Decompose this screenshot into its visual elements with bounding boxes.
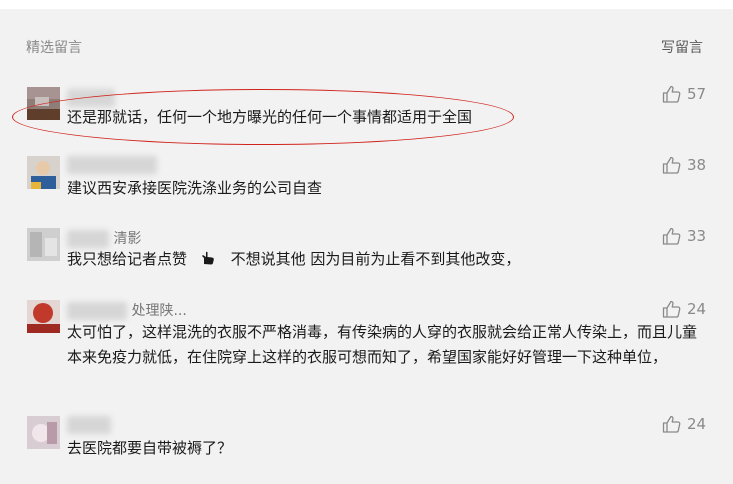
like-button[interactable]: 57 <box>662 84 706 104</box>
thumbs-up-icon <box>662 415 681 433</box>
like-count: 33 <box>687 227 707 245</box>
like-count: 57 <box>687 85 707 103</box>
like-button[interactable]: 24 <box>662 414 706 434</box>
comment-text: 太可怕了，这样混洗的衣服不严格消毒，有传染病的人穿的衣服就会给正常人传染上，而且… <box>67 323 698 366</box>
thumbs-up-icon <box>662 156 681 174</box>
like-button[interactable]: 38 <box>662 155 706 175</box>
avatar <box>27 156 60 189</box>
section-title: 精选留言 <box>26 40 82 56</box>
blurred-name <box>67 156 157 174</box>
comment-text: 还是那就话，任何一个地方曝光的任何一个事情都适用于全国 <box>67 108 473 126</box>
avatar <box>27 300 60 333</box>
write-comment-button[interactable]: 写留言 <box>661 37 703 57</box>
commenter-name <box>67 416 111 434</box>
like-count: 24 <box>687 415 707 433</box>
thumbs-up-icon <box>662 227 681 245</box>
commenter-name: 清影 <box>67 228 141 248</box>
like-button[interactable]: 24 <box>662 299 706 319</box>
comment-text: 建议西安承接医院洗涤业务的公司自查 <box>67 179 323 197</box>
commenter-name <box>67 156 157 174</box>
commenter-name: 处理陕... <box>67 300 187 320</box>
pointing-hand-icon <box>200 249 216 274</box>
blurred-name-part <box>67 302 127 320</box>
comment-text: 我只想给记者点赞 不想说其他 因为目前为止看不到其他改变， <box>67 247 707 274</box>
comments-panel: 精选留言 写留言 还是那就话，任何一个地方曝光的任何一个事情都适用于全国 57 <box>0 9 733 484</box>
avatar <box>27 416 60 449</box>
thumbs-up-icon <box>662 85 681 103</box>
like-count: 24 <box>687 300 707 318</box>
avatar <box>27 228 60 261</box>
blurred-name <box>67 416 111 434</box>
thumbs-up-icon <box>662 300 681 318</box>
like-count: 38 <box>687 156 707 174</box>
avatar <box>27 87 60 120</box>
blurred-name-part <box>67 230 109 248</box>
like-button[interactable]: 33 <box>662 226 706 246</box>
comment-text: 去医院都要自带被褥了？ <box>67 439 233 457</box>
